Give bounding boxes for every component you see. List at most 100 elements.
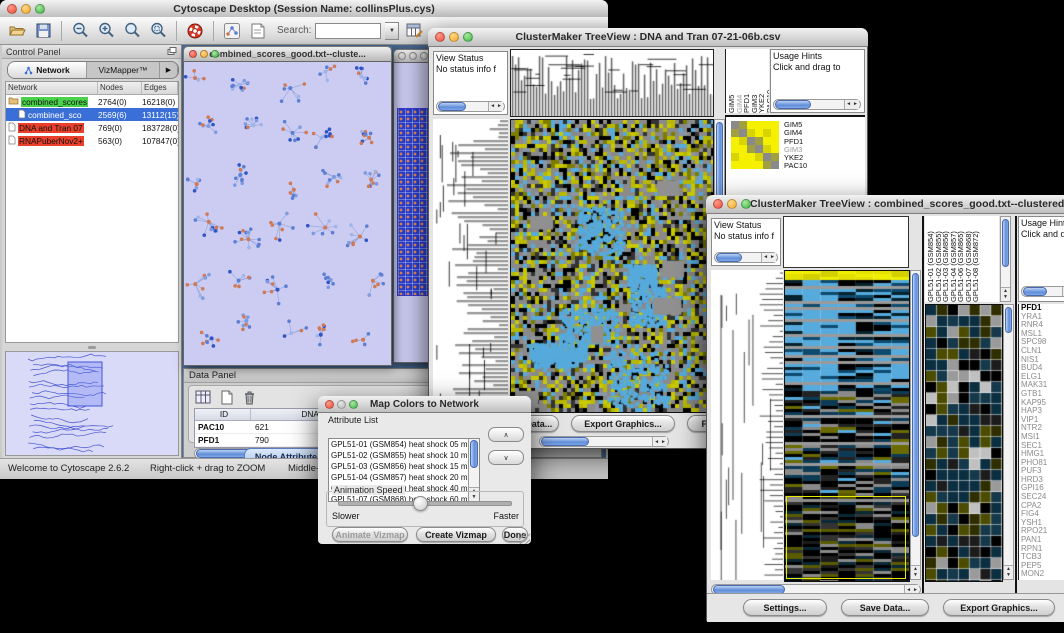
main-title-bar[interactable]: Cytoscape Desktop (Session Name: collins… [0, 0, 608, 18]
zoom-out-icon[interactable] [69, 20, 91, 42]
network-table-row[interactable]: combined_sco2569(6)13112(15) [6, 108, 178, 121]
scrollbar-thumb[interactable] [470, 440, 478, 468]
settings-button[interactable]: Settings... [743, 599, 827, 616]
close-button[interactable] [325, 400, 334, 409]
move-down-button[interactable]: ∨ [488, 450, 524, 465]
matrix-cell[interactable] [755, 137, 763, 145]
correlation-matrix[interactable] [731, 121, 779, 169]
matrix-cell[interactable] [739, 153, 747, 161]
attribute-list-item[interactable]: GPL51-02 (GSM855) heat shock 10 min [329, 450, 479, 461]
matrix-cell[interactable] [747, 137, 755, 145]
matrix-cell[interactable] [731, 153, 739, 161]
matrix-cell[interactable] [763, 161, 771, 169]
create-vizmap-button[interactable]: Create Vizmap [416, 527, 496, 542]
network-view-canvas[interactable] [183, 62, 392, 366]
column-dendrogram-area[interactable] [783, 216, 909, 268]
dialog-titlebar[interactable]: Map Colors to Network [318, 396, 531, 413]
network-table-row[interactable]: RNAPuberNov2+563(0)107847(0) [6, 134, 178, 147]
matrix-cell[interactable] [771, 129, 779, 137]
matrix-cell[interactable] [731, 145, 739, 153]
tab-vizmapper[interactable]: VizMapper™ [87, 62, 160, 78]
help-lifesaver-icon[interactable] [184, 20, 206, 42]
move-up-button[interactable]: ∧ [488, 427, 524, 442]
col-id[interactable]: ID [195, 409, 251, 420]
resize-grip[interactable] [519, 533, 530, 544]
attribute-list-item[interactable]: GPL51-03 (GSM856) heat shock 15 min [329, 461, 479, 472]
delete-attribute-trash-icon[interactable] [240, 389, 258, 405]
matrix-cell[interactable] [771, 137, 779, 145]
zoom-window-button[interactable] [741, 199, 751, 209]
minimize-button[interactable] [21, 4, 31, 14]
background-network-view[interactable] [393, 63, 433, 363]
new-attribute-icon[interactable] [217, 389, 235, 405]
close-button[interactable] [7, 4, 17, 14]
matrix-cell[interactable] [747, 129, 755, 137]
matrix-cell[interactable] [771, 153, 779, 161]
treeview-dna-titlebar[interactable]: ClusterMaker TreeView : DNA and Tran 07-… [428, 28, 868, 47]
matrix-cell[interactable] [747, 121, 755, 129]
row-dendrogram[interactable] [433, 119, 508, 411]
close-button[interactable] [398, 52, 406, 60]
zoom-window-button[interactable] [420, 52, 428, 60]
minimap-canvas[interactable] [6, 352, 178, 455]
scrollbar-arrows[interactable]: ▲▼ [911, 565, 920, 578]
scrollbar-thumb[interactable] [541, 437, 589, 446]
scrollbar-thumb[interactable] [716, 253, 742, 262]
heatmap-vscrollbar[interactable]: ▲▼ [910, 270, 921, 580]
scrollbar-thumb[interactable] [775, 100, 811, 109]
minimize-button[interactable] [337, 400, 346, 409]
matrix-cell[interactable] [731, 129, 739, 137]
matrix-cell[interactable] [771, 145, 779, 153]
gene-label-list[interactable]: PFD1YRA1RNR4MSL1SPC98CLN1NIS1BUD4ELG1MAK… [1018, 304, 1064, 580]
annotation-icon[interactable] [247, 20, 269, 42]
matrix-cell[interactable] [755, 129, 763, 137]
matrix-cell[interactable] [739, 161, 747, 169]
scrollbar-arrows[interactable]: ◄► [652, 437, 667, 446]
labels-vscrollbar[interactable]: ▲▼ [1000, 216, 1011, 302]
usage-hints-hscrollbar[interactable]: ◄► [773, 99, 861, 110]
search-dropdown-button[interactable]: ▼ [385, 22, 399, 40]
network-overview-minimap[interactable] [5, 351, 179, 456]
matrix-cell[interactable] [755, 145, 763, 153]
network-graph[interactable] [184, 62, 391, 364]
scrollbar-arrows[interactable]: ▲▼ [1001, 287, 1010, 300]
scrollbar-arrows[interactable]: ◄► [761, 253, 776, 262]
search-input[interactable] [315, 23, 381, 39]
matrix-cell[interactable] [747, 161, 755, 169]
matrix-cell[interactable] [731, 121, 739, 129]
col-nodes[interactable]: Nodes [98, 82, 142, 94]
matrix-cell[interactable] [731, 137, 739, 145]
zoom-heatmap[interactable] [925, 304, 1003, 582]
matrix-cell[interactable] [747, 145, 755, 153]
attribute-select-icon[interactable] [194, 389, 212, 405]
zoom-window-button[interactable] [463, 32, 473, 42]
matrix-cell[interactable] [763, 153, 771, 161]
matrix-cell[interactable] [747, 153, 755, 161]
dense-grid-network[interactable] [397, 108, 432, 296]
float-panel-icon[interactable] [167, 47, 177, 56]
column-labels[interactable]: GIM5GIM4PFD1GIM3YKE2PAC10 [725, 49, 769, 113]
column-dendrogram[interactable] [510, 49, 714, 117]
zoom-in-icon[interactable] [95, 20, 117, 42]
matrix-cell[interactable] [755, 153, 763, 161]
export-graphics-button[interactable]: Export Graphics... [571, 415, 675, 432]
close-button[interactable] [435, 32, 445, 42]
matrix-cell[interactable] [755, 161, 763, 169]
view-status-hscrollbar[interactable]: ◄► [436, 101, 505, 112]
minimize-button[interactable] [449, 32, 459, 42]
matrix-cell[interactable] [771, 161, 779, 169]
usage-hints-hscrollbar[interactable]: ◄► [1021, 286, 1064, 297]
scrollbar-thumb[interactable] [438, 102, 466, 111]
matrix-cell[interactable] [763, 121, 771, 129]
tab-network[interactable]: Network [8, 62, 87, 78]
network-window-titlebar[interactable]: combined_scores_good.txt--cluste... [183, 46, 392, 62]
matrix-cell[interactable] [739, 129, 747, 137]
save-icon[interactable] [32, 20, 54, 42]
col-edges[interactable]: Edges [142, 82, 178, 94]
column-label[interactable]: GPL51-08 (GSM872) [973, 216, 980, 302]
col-network[interactable]: Network [6, 82, 98, 94]
scrollbar-arrows[interactable]: ▲▼ [1004, 565, 1013, 578]
scrollbar-thumb[interactable] [1005, 307, 1012, 333]
zoom-vscrollbar[interactable]: ▲▼ [1003, 304, 1014, 580]
main-heatmap[interactable] [510, 119, 714, 413]
